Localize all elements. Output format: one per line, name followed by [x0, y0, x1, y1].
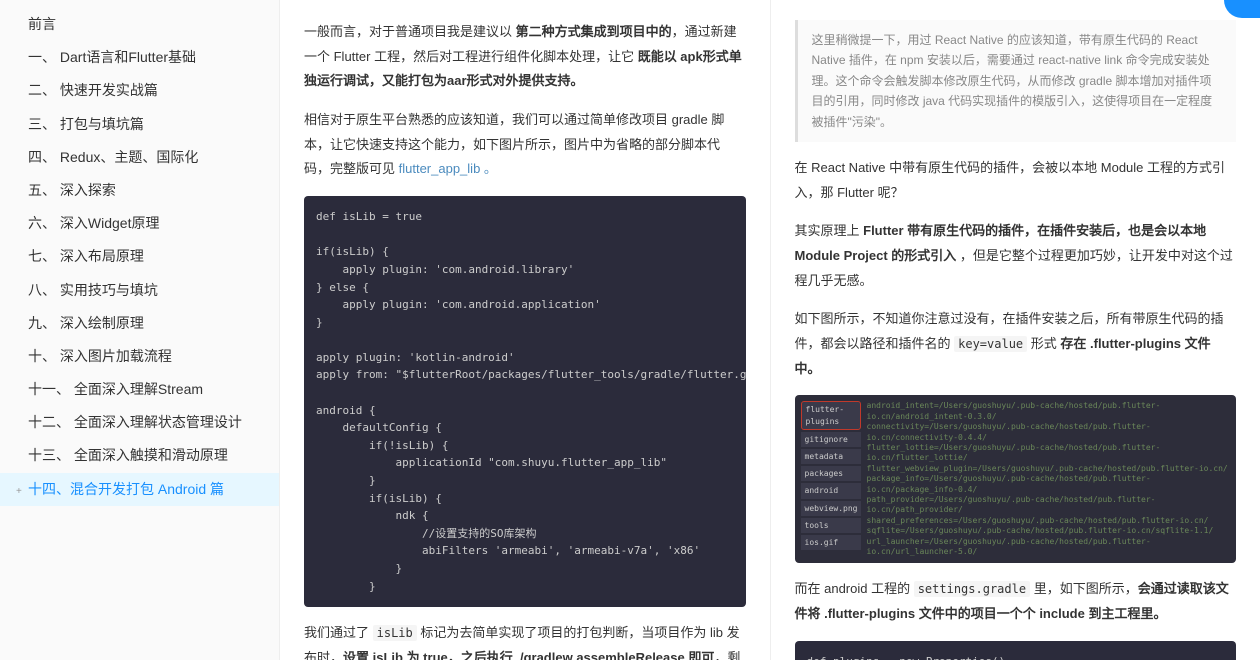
toc-item[interactable]: 四、 Redux、主题、国际化: [0, 141, 279, 174]
toc-item[interactable]: 三、 打包与填坑篇: [0, 108, 279, 141]
content-column-right[interactable]: 这里稍微提一下，用过 React Native 的应该知道，带有原生代码的 Re…: [771, 0, 1260, 660]
note-box: 这里稍微提一下，用过 React Native 的应该知道，带有原生代码的 Re…: [795, 20, 1237, 142]
toc-item[interactable]: 十一、 全面深入理解Stream: [0, 373, 279, 406]
code-block: def plugins = new Properties() def plugi…: [795, 641, 1237, 660]
toc-item[interactable]: 十二、 全面深入理解状态管理设计: [0, 406, 279, 439]
toc-item[interactable]: 九、 深入绘制原理: [0, 307, 279, 340]
toc-item[interactable]: 一、 Dart语言和Flutter基础: [0, 41, 279, 74]
toc-item[interactable]: 十三、 全面深入触摸和滑动原理: [0, 439, 279, 472]
paragraph: 如下图所示，不知道你注意过没有，在插件安装之后，所有带原生代码的插件，都会以路径…: [795, 307, 1237, 381]
toc-item[interactable]: 十、 深入图片加载流程: [0, 340, 279, 373]
link[interactable]: flutter_app_lib 。: [399, 161, 497, 176]
toc-sidebar: 前言 一、 Dart语言和Flutter基础 二、 快速开发实战篇 三、 打包与…: [0, 0, 280, 660]
toc-item[interactable]: 五、 深入探索: [0, 174, 279, 207]
main-content: 一般而言，对于普通项目我是建议以 第二种方式集成到项目中的，通过新建一个 Flu…: [280, 0, 1260, 660]
paragraph: 而在 android 工程的 settings.gradle 里，如下图所示，会…: [795, 577, 1237, 626]
paragraph: 一般而言，对于普通项目我是建议以 第二种方式集成到项目中的，通过新建一个 Flu…: [304, 20, 746, 94]
toc-item[interactable]: 二、 快速开发实战篇: [0, 74, 279, 107]
code-block: def isLib = true if(isLib) { apply plugi…: [304, 196, 746, 607]
paragraph: 在 React Native 中带有原生代码的插件，会被以本地 Module 工…: [795, 156, 1237, 205]
toc-item[interactable]: 前言: [0, 8, 279, 41]
paragraph: 我们通过了 isLib 标记为去简单实现了项目的打包判断，当项目作为 lib 发…: [304, 621, 746, 660]
toc-item[interactable]: 八、 实用技巧与填坑: [0, 274, 279, 307]
toc-item[interactable]: 七、 深入布局原理: [0, 240, 279, 273]
paragraph: 相信对于原生平台熟悉的应该知道，我们可以通过简单修改项目 gradle 脚本，让…: [304, 108, 746, 182]
paragraph: 其实原理上 Flutter 带有原生代码的插件，在插件安装后，也是会以本地 Mo…: [795, 219, 1237, 293]
toc-item[interactable]: 六、 深入Widget原理: [0, 207, 279, 240]
screenshot-image: flutter-plugins gitignore metadata packa…: [795, 395, 1237, 563]
toc-item[interactable]: +十四、混合开发打包 Android 篇: [0, 473, 279, 506]
content-column-left[interactable]: 一般而言，对于普通项目我是建议以 第二种方式集成到项目中的，通过新建一个 Flu…: [280, 0, 771, 660]
expand-icon: +: [16, 483, 28, 501]
